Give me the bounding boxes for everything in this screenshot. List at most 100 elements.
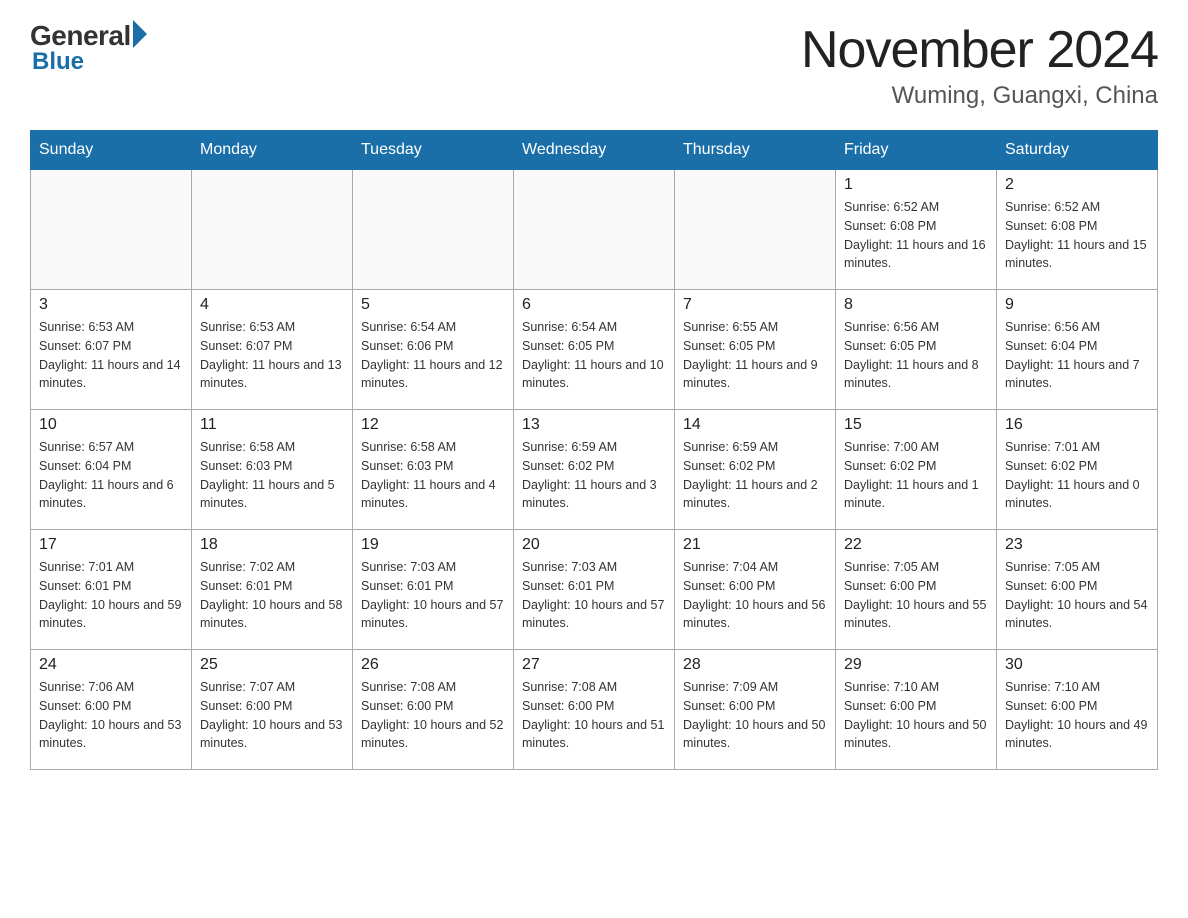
weekday-header-tuesday: Tuesday	[353, 131, 514, 170]
calendar-cell: 29 Sunrise: 7:10 AMSunset: 6:00 PMDayligh…	[836, 650, 997, 770]
day-number: 3	[39, 296, 183, 314]
calendar-cell: 28Sunrise: 7:09 AMSunset: 6:00 PMDayligh…	[675, 650, 836, 770]
calendar-cell: 12 Sunrise: 6:58 AMSunset: 6:03 PMDayligh…	[353, 410, 514, 530]
day-info: Sunrise: 7:06 AMSunset: 6:00 PMDaylight:…	[39, 678, 183, 753]
calendar-cell: 6 Sunrise: 6:54 AMSunset: 6:05 PMDaylight…	[514, 290, 675, 410]
day-number: 1	[844, 176, 988, 194]
weekday-header-friday: Friday	[836, 131, 997, 170]
calendar-cell	[353, 170, 514, 290]
weekday-header-monday: Monday	[192, 131, 353, 170]
calendar-cell: 1Sunrise: 6:52 AMSunset: 6:08 PMDaylight…	[836, 170, 997, 290]
calendar-week-4: 17 Sunrise: 7:01 AMSunset: 6:01 PMDayligh…	[31, 530, 1158, 650]
calendar-cell: 3 Sunrise: 6:53 AMSunset: 6:07 PMDaylight…	[31, 290, 192, 410]
day-number: 10	[39, 416, 183, 434]
day-number: 24	[39, 656, 183, 674]
day-number: 27	[522, 656, 666, 674]
day-number: 6	[522, 296, 666, 314]
day-info: Sunrise: 6:54 AMSunset: 6:06 PMDaylight:…	[361, 318, 505, 393]
calendar-cell: 22 Sunrise: 7:05 AMSunset: 6:00 PMDayligh…	[836, 530, 997, 650]
day-info: Sunrise: 6:58 AMSunset: 6:03 PMDaylight:…	[361, 438, 505, 513]
day-info: Sunrise: 7:01 AMSunset: 6:02 PMDaylight:…	[1005, 438, 1149, 513]
calendar-cell: 2Sunrise: 6:52 AMSunset: 6:08 PMDaylight…	[997, 170, 1158, 290]
day-info: Sunrise: 7:03 AMSunset: 6:01 PMDaylight:…	[361, 558, 505, 633]
calendar-cell	[31, 170, 192, 290]
calendar-cell: 10 Sunrise: 6:57 AMSunset: 6:04 PMDayligh…	[31, 410, 192, 530]
logo-arrow-icon	[133, 20, 147, 48]
calendar-cell: 27 Sunrise: 7:08 AMSunset: 6:00 PMDayligh…	[514, 650, 675, 770]
day-number: 7	[683, 296, 827, 314]
calendar-cell: 17 Sunrise: 7:01 AMSunset: 6:01 PMDayligh…	[31, 530, 192, 650]
calendar-cell: 20 Sunrise: 7:03 AMSunset: 6:01 PMDayligh…	[514, 530, 675, 650]
day-info: Sunrise: 7:04 AMSunset: 6:00 PMDaylight:…	[683, 558, 827, 633]
calendar-cell: 16Sunrise: 7:01 AMSunset: 6:02 PMDayligh…	[997, 410, 1158, 530]
day-info: Sunrise: 7:08 AMSunset: 6:00 PMDaylight:…	[522, 678, 666, 753]
day-info: Sunrise: 6:54 AMSunset: 6:05 PMDaylight:…	[522, 318, 666, 393]
day-number: 23	[1005, 536, 1149, 554]
calendar-cell: 14 Sunrise: 6:59 AMSunset: 6:02 PMDayligh…	[675, 410, 836, 530]
calendar-cell: 21 Sunrise: 7:04 AMSunset: 6:00 PMDayligh…	[675, 530, 836, 650]
day-info: Sunrise: 6:55 AMSunset: 6:05 PMDaylight:…	[683, 318, 827, 393]
day-info: Sunrise: 6:53 AMSunset: 6:07 PMDaylight:…	[39, 318, 183, 393]
day-info: Sunrise: 7:10 AMSunset: 6:00 PMDaylight:…	[1005, 678, 1149, 753]
day-number: 19	[361, 536, 505, 554]
day-info: Sunrise: 6:58 AMSunset: 6:03 PMDaylight:…	[200, 438, 344, 513]
day-info: Sunrise: 7:10 AMSunset: 6:00 PMDaylight:…	[844, 678, 988, 753]
calendar-cell	[192, 170, 353, 290]
day-info: Sunrise: 7:00 AMSunset: 6:02 PMDaylight:…	[844, 438, 988, 513]
calendar-cell	[675, 170, 836, 290]
logo: General Blue	[30, 20, 147, 76]
calendar-cell: 13Sunrise: 6:59 AMSunset: 6:02 PMDayligh…	[514, 410, 675, 530]
day-number: 17	[39, 536, 183, 554]
day-info: Sunrise: 7:05 AMSunset: 6:00 PMDaylight:…	[844, 558, 988, 633]
calendar-cell: 9 Sunrise: 6:56 AMSunset: 6:04 PMDaylight…	[997, 290, 1158, 410]
day-number: 11	[200, 416, 344, 434]
day-info: Sunrise: 7:02 AMSunset: 6:01 PMDaylight:…	[200, 558, 344, 633]
calendar-cell	[514, 170, 675, 290]
day-info: Sunrise: 6:53 AMSunset: 6:07 PMDaylight:…	[200, 318, 344, 393]
day-info: Sunrise: 6:59 AMSunset: 6:02 PMDaylight:…	[522, 438, 666, 513]
day-info: Sunrise: 6:57 AMSunset: 6:04 PMDaylight:…	[39, 438, 183, 513]
day-number: 22	[844, 536, 988, 554]
calendar-cell: 26 Sunrise: 7:08 AMSunset: 6:00 PMDayligh…	[353, 650, 514, 770]
weekday-header-sunday: Sunday	[31, 131, 192, 170]
day-info: Sunrise: 6:56 AMSunset: 6:05 PMDaylight:…	[844, 318, 988, 393]
day-number: 30	[1005, 656, 1149, 674]
calendar-cell: 24 Sunrise: 7:06 AMSunset: 6:00 PMDayligh…	[31, 650, 192, 770]
day-number: 21	[683, 536, 827, 554]
day-info: Sunrise: 6:56 AMSunset: 6:04 PMDaylight:…	[1005, 318, 1149, 393]
calendar-cell: 30 Sunrise: 7:10 AMSunset: 6:00 PMDayligh…	[997, 650, 1158, 770]
day-info: Sunrise: 7:03 AMSunset: 6:01 PMDaylight:…	[522, 558, 666, 633]
day-number: 18	[200, 536, 344, 554]
day-number: 5	[361, 296, 505, 314]
calendar-cell: 23 Sunrise: 7:05 AMSunset: 6:00 PMDayligh…	[997, 530, 1158, 650]
calendar-cell: 8 Sunrise: 6:56 AMSunset: 6:05 PMDaylight…	[836, 290, 997, 410]
day-number: 4	[200, 296, 344, 314]
day-info: Sunrise: 6:59 AMSunset: 6:02 PMDaylight:…	[683, 438, 827, 513]
day-number: 2	[1005, 176, 1149, 194]
calendar-table: SundayMondayTuesdayWednesdayThursdayFrid…	[30, 130, 1158, 770]
day-number: 9	[1005, 296, 1149, 314]
calendar-cell: 25Sunrise: 7:07 AMSunset: 6:00 PMDayligh…	[192, 650, 353, 770]
location-title: Wuming, Guangxi, China	[801, 82, 1158, 110]
weekday-header-thursday: Thursday	[675, 131, 836, 170]
page-header: General Blue November 2024 Wuming, Guang…	[30, 20, 1158, 110]
day-info: Sunrise: 7:08 AMSunset: 6:00 PMDaylight:…	[361, 678, 505, 753]
calendar-cell: 19 Sunrise: 7:03 AMSunset: 6:01 PMDayligh…	[353, 530, 514, 650]
day-number: 28	[683, 656, 827, 674]
logo-blue-text: Blue	[32, 48, 84, 76]
title-area: November 2024 Wuming, Guangxi, China	[801, 20, 1158, 110]
day-number: 26	[361, 656, 505, 674]
day-number: 29	[844, 656, 988, 674]
calendar-week-1: 1Sunrise: 6:52 AMSunset: 6:08 PMDaylight…	[31, 170, 1158, 290]
day-number: 14	[683, 416, 827, 434]
calendar-cell: 7 Sunrise: 6:55 AMSunset: 6:05 PMDaylight…	[675, 290, 836, 410]
day-number: 25	[200, 656, 344, 674]
day-info: Sunrise: 7:05 AMSunset: 6:00 PMDaylight:…	[1005, 558, 1149, 633]
calendar-week-2: 3 Sunrise: 6:53 AMSunset: 6:07 PMDaylight…	[31, 290, 1158, 410]
day-number: 20	[522, 536, 666, 554]
calendar-cell: 18 Sunrise: 7:02 AMSunset: 6:01 PMDayligh…	[192, 530, 353, 650]
day-info: Sunrise: 7:01 AMSunset: 6:01 PMDaylight:…	[39, 558, 183, 633]
day-number: 8	[844, 296, 988, 314]
day-number: 15	[844, 416, 988, 434]
day-number: 12	[361, 416, 505, 434]
